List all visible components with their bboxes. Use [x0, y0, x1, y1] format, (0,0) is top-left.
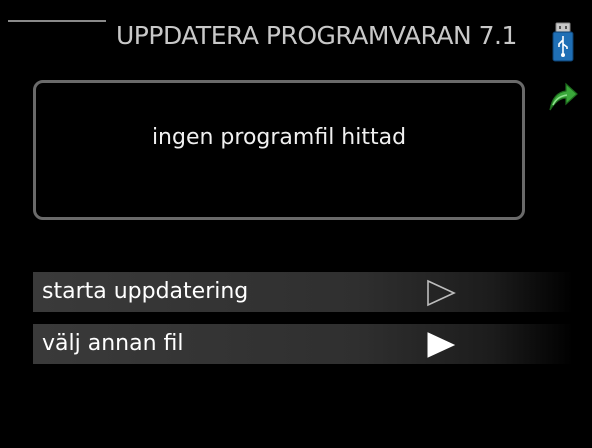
- page-title: UPPDATERA PROGRAMVARAN 7.1: [116, 21, 517, 50]
- info-message: ingen programfil hittad: [151, 125, 407, 150]
- info-box: ingen programfil hittad: [33, 80, 525, 220]
- menu-item-label: starta uppdatering: [42, 279, 249, 304]
- menu-item-start-update[interactable]: starta uppdatering: [33, 272, 573, 312]
- back-arrow-icon[interactable]: [546, 80, 580, 114]
- menu-item-label: välj annan fil: [42, 331, 184, 356]
- header-divider: [8, 20, 106, 22]
- arrow-filled-icon: [427, 332, 456, 358]
- arrow-outline-icon: [427, 279, 456, 307]
- menu-item-choose-file[interactable]: välj annan fil: [33, 324, 573, 364]
- usb-icon: [552, 22, 574, 62]
